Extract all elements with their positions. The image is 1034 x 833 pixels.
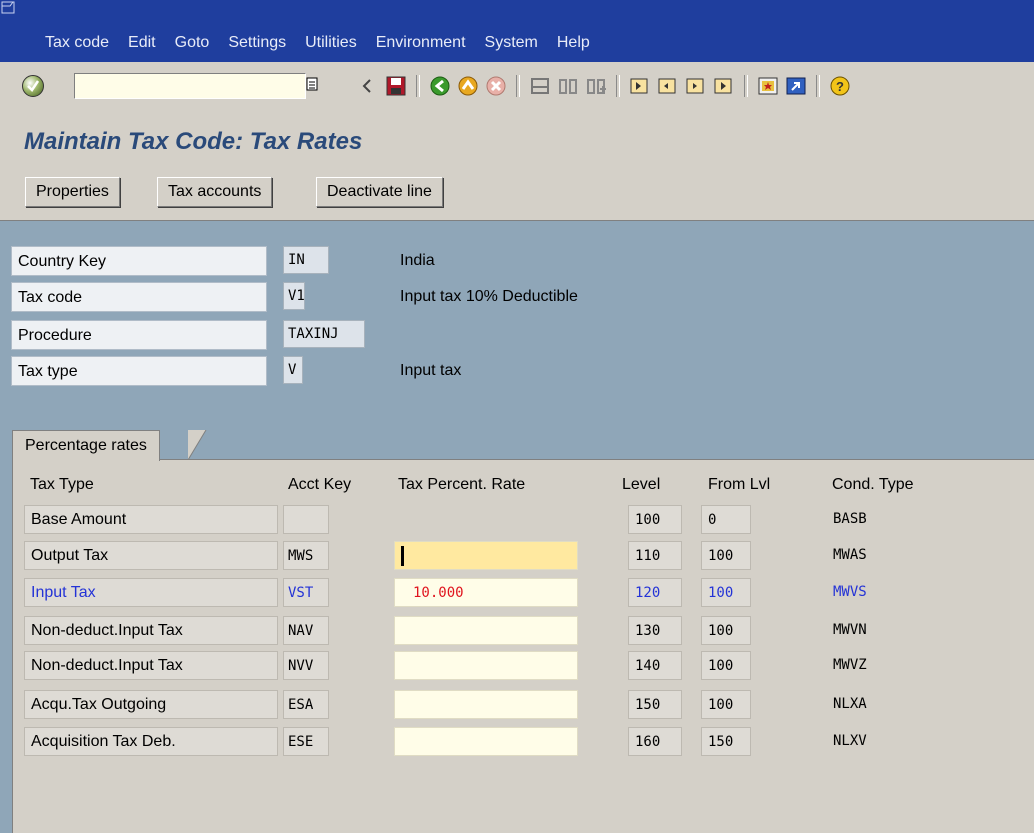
last-page-icon[interactable] (712, 75, 736, 97)
level-cell: 140 (628, 651, 682, 680)
tax-rate-input[interactable] (394, 616, 578, 645)
col-header-acct-key: Acct Key (288, 476, 352, 493)
cond-type-cell: MWVS (833, 584, 867, 600)
page-title: Maintain Tax Code: Tax Rates (24, 128, 363, 155)
tab-corner (188, 430, 207, 460)
menu-tax-code[interactable]: Tax code (45, 34, 109, 52)
acct-key-cell (283, 505, 329, 534)
enter-icon[interactable] (22, 75, 44, 97)
col-header-cond-type: Cond. Type (832, 476, 914, 493)
back-arrow-icon[interactable] (356, 75, 380, 97)
find-next-icon[interactable] (584, 75, 608, 97)
tax-code-field[interactable]: V1 (283, 282, 305, 310)
tax-type-cell: Input Tax (24, 578, 278, 607)
acct-key-cell: ESA (283, 690, 329, 719)
cond-type-cell: NLXV (833, 733, 867, 749)
acct-key-cell: NVV (283, 651, 329, 680)
shortcut-icon[interactable] (784, 75, 808, 97)
create-session-icon[interactable] (756, 75, 780, 97)
tax-type-cell: Non-deduct.Input Tax (24, 616, 278, 645)
system-menu-icon[interactable] (1, 1, 17, 15)
tax-type-field[interactable]: V (283, 356, 303, 384)
level-cell: 150 (628, 690, 682, 719)
cond-type-cell: BASB (833, 511, 867, 527)
tab-percentage-rates[interactable]: Percentage rates (12, 430, 160, 461)
level-cell: 130 (628, 616, 682, 645)
tax-rate-input[interactable] (394, 690, 578, 719)
print-icon[interactable] (528, 75, 552, 97)
tax-rate-input[interactable] (394, 727, 578, 756)
cond-type-cell: MWVN (833, 622, 867, 638)
acct-key-cell: NAV (283, 616, 329, 645)
tax-type-cell: Non-deduct.Input Tax (24, 651, 278, 680)
find-icon[interactable] (556, 75, 580, 97)
menu-goto[interactable]: Goto (175, 34, 210, 52)
col-header-tax-type: Tax Type (30, 476, 94, 493)
from-level-cell: 100 (701, 616, 751, 645)
tax-type-description: Input tax (400, 362, 462, 379)
tax-type-cell: Acquisition Tax Deb. (24, 727, 278, 756)
exit-icon[interactable] (456, 75, 480, 97)
menu-system[interactable]: System (485, 34, 538, 52)
menu-edit[interactable]: Edit (128, 34, 156, 52)
col-header-level: Level (622, 476, 661, 493)
from-level-cell: 100 (701, 541, 751, 570)
standard-toolbar: ? (0, 62, 1034, 109)
procedure-label: Procedure (11, 320, 267, 350)
col-header-rate: Tax Percent. Rate (398, 476, 526, 493)
deactivate-line-button[interactable]: Deactivate line (316, 177, 443, 207)
tax-type-cell: Output Tax (24, 541, 278, 570)
tax-rate-input[interactable] (394, 651, 578, 680)
from-level-cell: 100 (701, 651, 751, 680)
application-toolbar: Properties Tax accounts Deactivate line (0, 164, 1034, 221)
first-page-icon[interactable] (628, 75, 652, 97)
cond-type-cell: NLXA (833, 696, 867, 712)
tax-rate-input[interactable] (394, 541, 578, 570)
from-level-cell: 150 (701, 727, 751, 756)
menu-utilities[interactable]: Utilities (305, 34, 357, 52)
tax-code-description: Input tax 10% Deductible (400, 288, 578, 305)
acct-key-cell: VST (283, 578, 329, 607)
tax-rate-input[interactable]: 10.000 (394, 578, 578, 607)
from-level-cell: 0 (701, 505, 751, 534)
country-key-label: Country Key (11, 246, 267, 276)
cancel-icon[interactable] (484, 75, 508, 97)
acct-key-cell: MWS (283, 541, 329, 570)
title-bar: Maintain Tax Code: Tax Rates (0, 108, 1034, 164)
next-page-icon[interactable] (684, 75, 708, 97)
menu-help[interactable]: Help (557, 34, 590, 52)
level-cell: 100 (628, 505, 682, 534)
command-field[interactable] (74, 73, 306, 99)
level-cell: 120 (628, 578, 682, 607)
country-name: India (400, 252, 435, 269)
cond-type-cell: MWVZ (833, 657, 867, 673)
procedure-field[interactable]: TAXINJ (283, 320, 365, 348)
previous-page-icon[interactable] (656, 75, 680, 97)
tax-code-label: Tax code (11, 282, 267, 312)
country-key-field[interactable]: IN (283, 246, 329, 274)
properties-button[interactable]: Properties (25, 177, 120, 207)
cond-type-cell: MWAS (833, 547, 867, 563)
back-icon[interactable] (428, 75, 452, 97)
tax-type-label: Tax type (11, 356, 267, 386)
acct-key-cell: ESE (283, 727, 329, 756)
level-cell: 160 (628, 727, 682, 756)
tax-accounts-button[interactable]: Tax accounts (157, 177, 273, 207)
save-icon[interactable] (384, 75, 408, 97)
from-level-cell: 100 (701, 690, 751, 719)
menu-bar: Tax code Edit Goto Settings Utilities En… (0, 0, 1034, 62)
svg-text:?: ? (836, 79, 844, 94)
menu-environment[interactable]: Environment (376, 34, 466, 52)
command-dropdown-icon[interactable] (306, 77, 320, 93)
tax-type-cell: Base Amount (24, 505, 278, 534)
tax-type-cell: Acqu.Tax Outgoing (24, 690, 278, 719)
text-cursor (401, 546, 404, 566)
from-level-cell: 100 (701, 578, 751, 607)
col-header-from-level: From Lvl (708, 476, 771, 493)
help-icon[interactable]: ? (828, 75, 852, 97)
menu-settings[interactable]: Settings (228, 34, 286, 52)
level-cell: 110 (628, 541, 682, 570)
